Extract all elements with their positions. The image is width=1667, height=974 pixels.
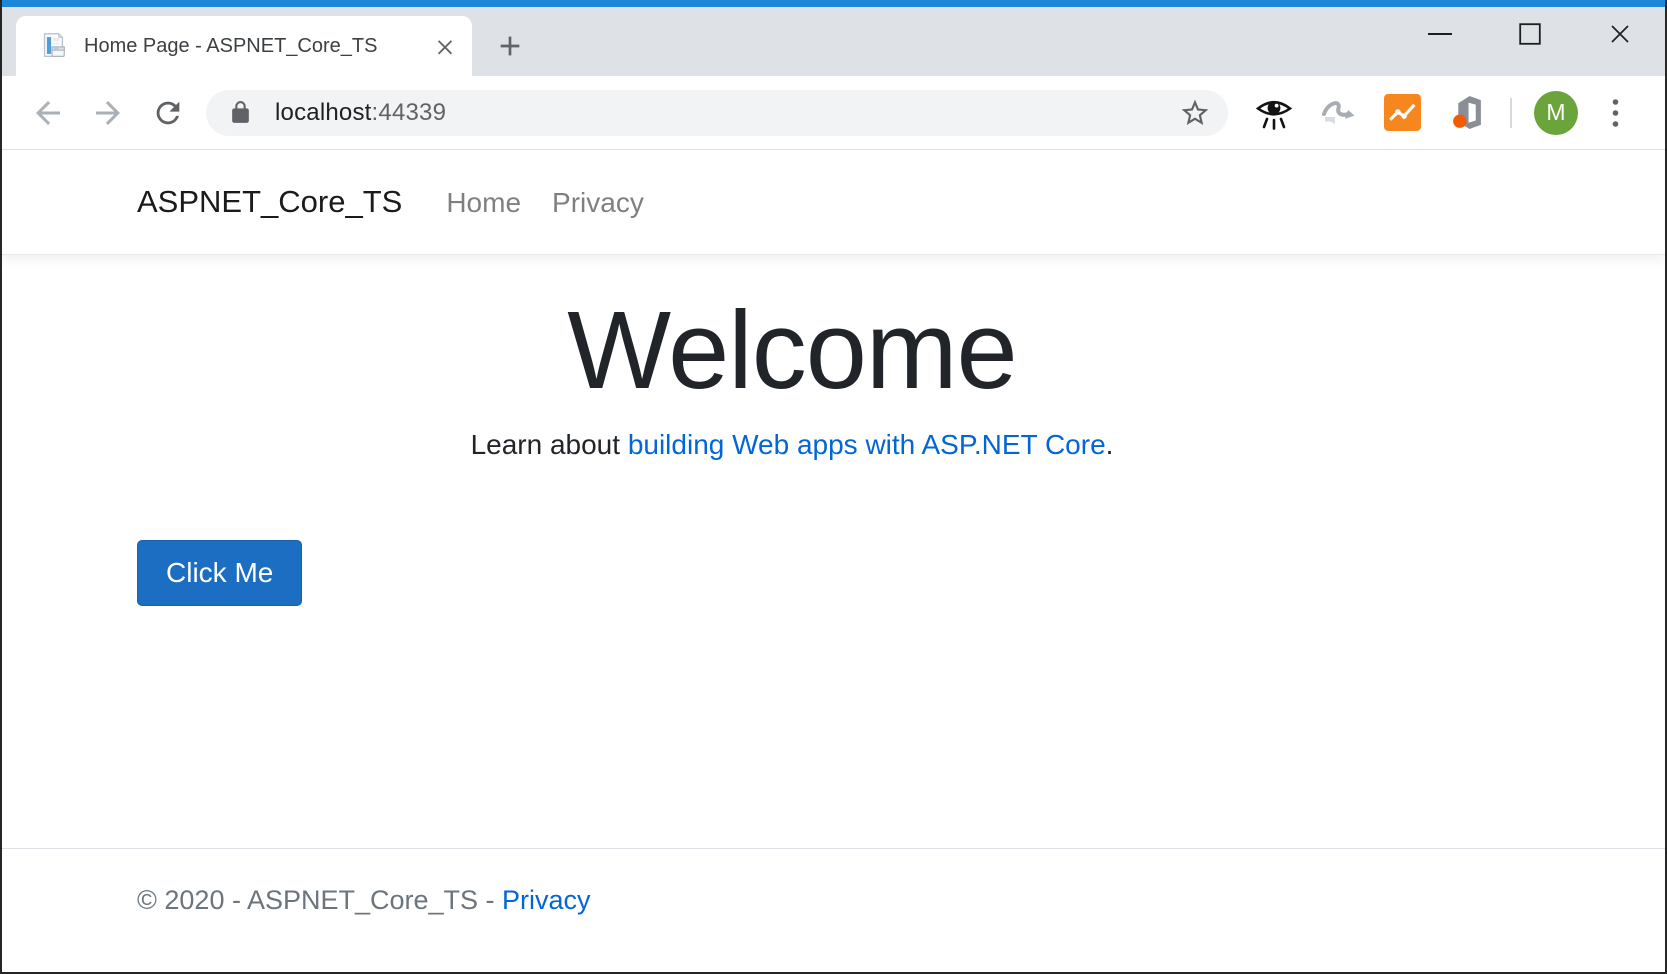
scribble-extension-icon[interactable]	[1318, 93, 1358, 133]
tab-title: Home Page - ASPNET_Core_TS	[84, 35, 432, 58]
site-navbar: ASPNET_Core_TS Home Privacy	[2, 150, 1665, 255]
titlebar-accent-strip	[2, 0, 1665, 7]
nav-link-privacy[interactable]: Privacy	[552, 187, 644, 219]
back-button[interactable]	[28, 93, 68, 133]
page-favicon-icon	[38, 31, 68, 61]
browser-toolbar: localhost:44339	[2, 76, 1665, 150]
navbar-brand[interactable]: ASPNET_Core_TS	[137, 184, 402, 220]
nav-link-home[interactable]: Home	[446, 187, 521, 219]
back-icon	[30, 95, 66, 131]
url-text[interactable]: localhost:44339	[275, 99, 446, 127]
aspnet-core-link[interactable]: building Web apps with ASP.NET Core	[628, 429, 1106, 460]
browser-window: Home Page - ASPNET_Core_TS	[0, 0, 1667, 974]
new-tab-button[interactable]	[492, 28, 528, 64]
window-minimize-button[interactable]	[1395, 7, 1485, 61]
reload-button[interactable]	[148, 93, 188, 133]
page-main: Welcome Learn about building Web apps wi…	[2, 255, 1665, 848]
browser-menu-button[interactable]	[1600, 93, 1630, 133]
site-footer: © 2020 - ASPNET_Core_TS - Privacy	[2, 848, 1665, 972]
menu-dots-icon	[1612, 98, 1619, 128]
url-host: localhost	[275, 99, 372, 126]
window-controls	[1395, 7, 1665, 61]
footer-privacy-link[interactable]: Privacy	[502, 885, 591, 915]
url-port: :44339	[372, 99, 447, 126]
window-close-button[interactable]	[1575, 7, 1665, 61]
bookmark-star-icon	[1179, 97, 1211, 129]
tab-close-icon[interactable]	[432, 33, 458, 59]
window-maximize-button[interactable]	[1485, 7, 1575, 61]
reload-icon	[151, 96, 185, 130]
eye-extension-icon[interactable]	[1254, 93, 1294, 133]
browser-tab-bar: Home Page - ASPNET_Core_TS	[2, 0, 1665, 76]
close-icon	[1608, 22, 1632, 46]
click-me-button[interactable]: Click Me	[137, 540, 302, 606]
lead-paragraph: Learn about building Web apps with ASP.N…	[137, 425, 1447, 464]
toolbar-separator	[1510, 98, 1512, 128]
bookmark-star-button[interactable]	[1178, 96, 1212, 130]
lock-icon	[228, 100, 253, 125]
office-extension-icon[interactable]	[1446, 93, 1486, 133]
web-page: ASPNET_Core_TS Home Privacy Welcome Lear…	[2, 150, 1665, 972]
address-bar[interactable]: localhost:44339	[206, 90, 1228, 136]
analytics-extension-icon[interactable]	[1382, 93, 1422, 133]
active-tab[interactable]: Home Page - ASPNET_Core_TS	[16, 16, 472, 76]
lead-text-suffix: .	[1106, 429, 1114, 460]
profile-avatar[interactable]: M	[1534, 91, 1578, 135]
forward-button[interactable]	[88, 93, 128, 133]
maximize-icon	[1519, 23, 1541, 45]
lead-text-prefix: Learn about	[471, 429, 628, 460]
minimize-icon	[1428, 33, 1452, 35]
forward-icon	[90, 95, 126, 131]
page-title: Welcome	[137, 285, 1447, 417]
footer-copyright: © 2020 - ASPNET_Core_TS -	[137, 885, 502, 915]
